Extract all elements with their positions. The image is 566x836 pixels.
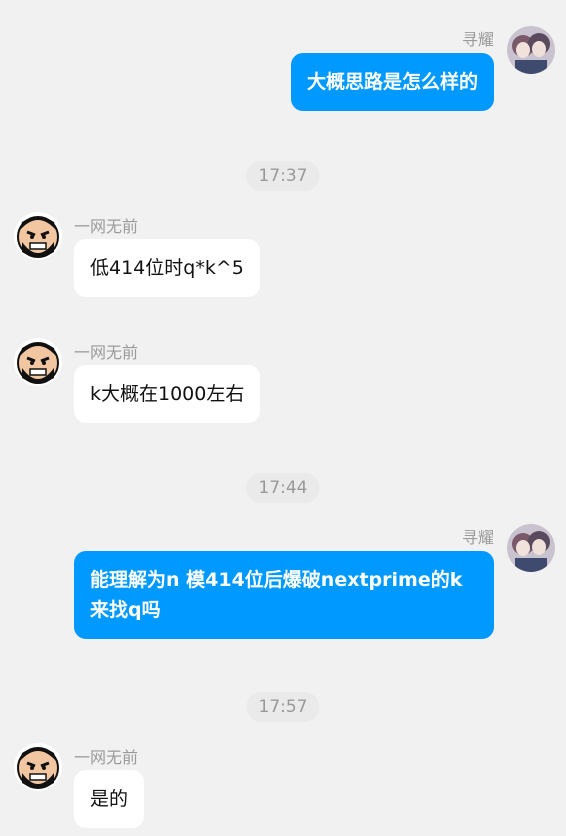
contact-avatar[interactable] bbox=[14, 212, 62, 260]
sender-name: 寻耀 bbox=[461, 528, 494, 547]
chat-window: 寻耀 大概思路是怎么样的 17:37 一网无前 低414位时q*k^5 一网无前… bbox=[0, 0, 566, 836]
message-bubble[interactable]: 能理解为n 模414位后爆破nextprime的k来找q吗 bbox=[74, 551, 494, 639]
sender-name: 一网无前 bbox=[74, 217, 139, 236]
message-bubble[interactable]: 是的 bbox=[74, 770, 145, 828]
message-bubble[interactable]: 大概思路是怎么样的 bbox=[290, 53, 494, 111]
user-avatar[interactable] bbox=[507, 26, 555, 74]
contact-avatar[interactable] bbox=[14, 338, 62, 386]
sender-name: 寻耀 bbox=[461, 30, 494, 49]
sender-name: 一网无前 bbox=[74, 748, 139, 767]
sender-name: 一网无前 bbox=[74, 343, 139, 362]
contact-avatar[interactable] bbox=[14, 743, 62, 791]
timestamp: 17:57 bbox=[246, 692, 320, 722]
user-avatar[interactable] bbox=[507, 524, 555, 572]
message-bubble[interactable]: 低414位时q*k^5 bbox=[74, 239, 260, 297]
timestamp: 17:44 bbox=[246, 473, 320, 503]
timestamp: 17:37 bbox=[246, 161, 320, 191]
message-bubble[interactable]: k大概在1000左右 bbox=[74, 365, 261, 423]
